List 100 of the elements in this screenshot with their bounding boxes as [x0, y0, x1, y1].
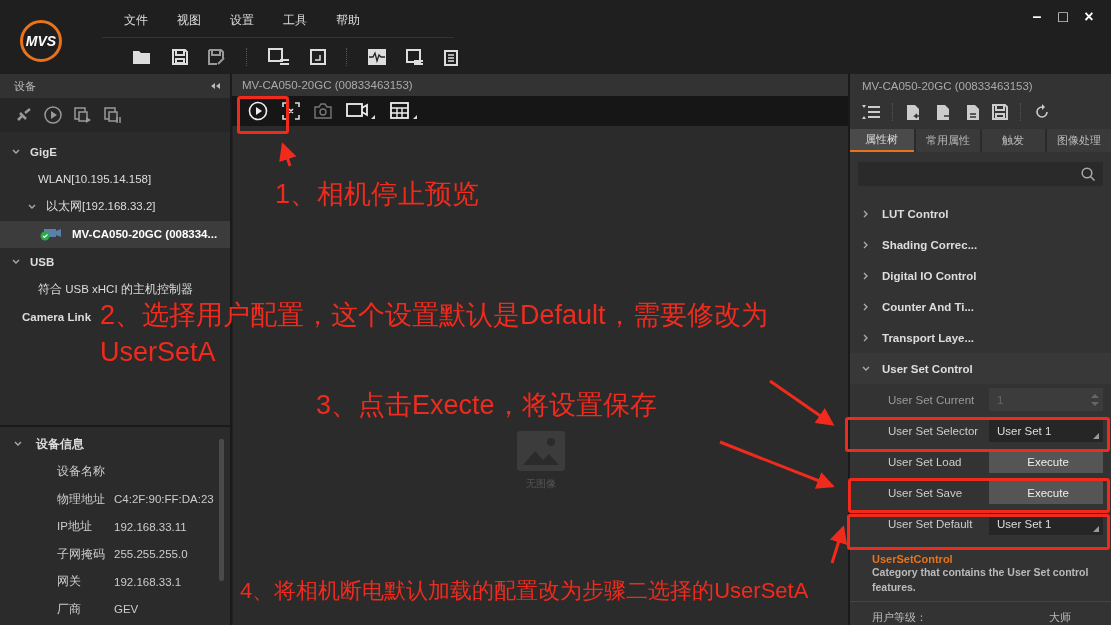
field-value: 192.168.33.11 [114, 520, 187, 533]
chevron-icon[interactable] [862, 364, 870, 373]
document-icon[interactable] [966, 103, 980, 121]
video-icon[interactable] [346, 102, 376, 120]
clipboard-icon[interactable] [444, 48, 458, 66]
crop-icon[interactable] [282, 102, 300, 120]
highlight-frame [237, 96, 289, 134]
field-value: 192.168.33.1 [114, 575, 182, 588]
field-label: 网关 [57, 574, 82, 590]
window-control-button[interactable]: – [1029, 8, 1045, 28]
field-label: 设备名称 [57, 464, 106, 480]
annotation-text: 4、将相机断电默认加载的配置改为步骤二选择的UserSetA [240, 577, 809, 605]
user-level-value[interactable]: 大师 [1049, 610, 1071, 625]
preview-title: MV-CA050-20GC (00833463153) [232, 74, 848, 96]
field-value: GEV [114, 603, 139, 616]
category-label: Shading Correc... [882, 238, 978, 251]
chevron-icon[interactable] [28, 203, 36, 210]
menu-item[interactable]: 帮助 [336, 12, 360, 29]
menu-item[interactable]: 文件 [124, 12, 148, 29]
search-icon[interactable] [1081, 167, 1095, 182]
waveform-icon[interactable] [368, 49, 386, 65]
app-logo: MVS [20, 20, 62, 62]
annotation-text: 1、相机停止预览 [275, 178, 480, 211]
chevron-icon[interactable] [862, 271, 870, 280]
dropdown-field[interactable]: User Set 1 [989, 419, 1103, 442]
chevron-icon[interactable] [12, 148, 20, 155]
list-icon[interactable] [862, 105, 880, 120]
chevron-icon[interactable] [14, 441, 22, 447]
field-value: 255.255.255.0 [114, 548, 188, 561]
category-item[interactable]: Transport Laye... [850, 322, 1111, 353]
category-item[interactable]: User Set Control [850, 353, 1111, 384]
annotation-text: 3、点击Execte，将设置保存 [316, 389, 657, 422]
section-title: 设备信息 [36, 436, 84, 452]
tree-group[interactable]: USB [0, 248, 59, 276]
tree-item[interactable]: WLAN[10.195.14.158] [0, 165, 156, 193]
grid-icon[interactable] [390, 102, 418, 120]
dropdown-corner-icon[interactable] [1093, 433, 1099, 439]
property-label: User Set Load [887, 455, 963, 468]
user-level-label: 用户等级： [872, 610, 927, 625]
tree-group[interactable]: Camera Link [0, 303, 96, 331]
search-field[interactable] [858, 162, 1103, 186]
save-icon[interactable] [992, 104, 1008, 121]
field-label: IP地址 [57, 519, 93, 535]
item-label: 符合 USB xHCI 的主机控制器 [38, 281, 193, 297]
menu-item[interactable]: 设置 [230, 12, 254, 29]
folder-icon[interactable] [132, 49, 152, 65]
group-label: GigE [30, 145, 57, 158]
category-label: LUT Control [882, 207, 949, 220]
image-list-icon[interactable] [406, 48, 424, 66]
annotation-arrow [279, 142, 297, 167]
property-label: User Set Current [887, 393, 976, 406]
tab[interactable]: 图像处理 [1047, 129, 1111, 153]
chevron-icon[interactable] [862, 333, 870, 342]
panel-title: 设备 [14, 78, 36, 94]
category-item[interactable]: Shading Correc... [850, 229, 1111, 260]
window-swap-icon[interactable] [268, 48, 290, 66]
scrollbar[interactable] [219, 439, 224, 581]
save-as-icon[interactable] [208, 49, 226, 65]
category-item[interactable]: Counter And Ti... [850, 291, 1111, 322]
category-label: User Set Control [882, 362, 973, 375]
field-label: 子网掩码 [57, 546, 106, 562]
camera-connected-icon [40, 227, 62, 242]
chevron-icon[interactable] [12, 258, 20, 265]
field-label: 厂商 [57, 601, 82, 617]
copy-play-icon[interactable] [74, 106, 92, 124]
category-item[interactable]: LUT Control [850, 198, 1111, 229]
field-value: C4:2F:90:FF:DA:23 [114, 493, 214, 506]
tree-item[interactable]: 以太网[192.168.33.2] [0, 193, 160, 221]
category-label: Digital IO Control [882, 269, 977, 282]
dropdown-corner-icon[interactable] [1093, 526, 1099, 532]
tab[interactable]: 触发 [981, 129, 1046, 153]
item-label: 以太网[192.168.33.2] [46, 199, 156, 215]
execute-button[interactable]: Execute [989, 450, 1103, 473]
chevron-icon[interactable] [862, 209, 870, 218]
category-item[interactable]: Digital IO Control [850, 260, 1111, 291]
annotation-arrow [829, 525, 848, 564]
group-label: Camera Link [22, 310, 92, 323]
category-label: Transport Laye... [882, 331, 975, 344]
menu-item[interactable]: 视图 [177, 12, 201, 29]
menu-item[interactable]: 工具 [283, 12, 307, 29]
window-control-button[interactable]: □ [1055, 8, 1071, 28]
tab[interactable]: 属性树 [850, 129, 914, 153]
refresh-icon[interactable] [1034, 104, 1050, 121]
disconnect-icon[interactable] [16, 108, 32, 122]
fullscreen-icon[interactable] [310, 49, 326, 65]
properties-title: MV-CA050-20GC (00833463153) [861, 79, 1034, 94]
collapse-icon[interactable] [211, 83, 220, 89]
execute-button[interactable]: Execute [989, 481, 1103, 504]
copy-pause-icon[interactable] [104, 106, 122, 124]
chevron-icon[interactable] [862, 302, 870, 311]
tree-group[interactable]: GigE [0, 138, 61, 166]
tab[interactable]: 常用属性 [915, 129, 980, 153]
property-label: User Set Selector [887, 424, 980, 437]
save-icon[interactable] [172, 49, 188, 65]
camera-icon[interactable] [314, 103, 332, 119]
annotation-arrow [769, 379, 835, 426]
group-label: USB [30, 255, 55, 268]
chevron-icon[interactable] [862, 240, 870, 249]
device-item[interactable]: MV-CA050-20GC (008334... [0, 220, 230, 248]
window-control-button[interactable]: × [1081, 8, 1097, 28]
